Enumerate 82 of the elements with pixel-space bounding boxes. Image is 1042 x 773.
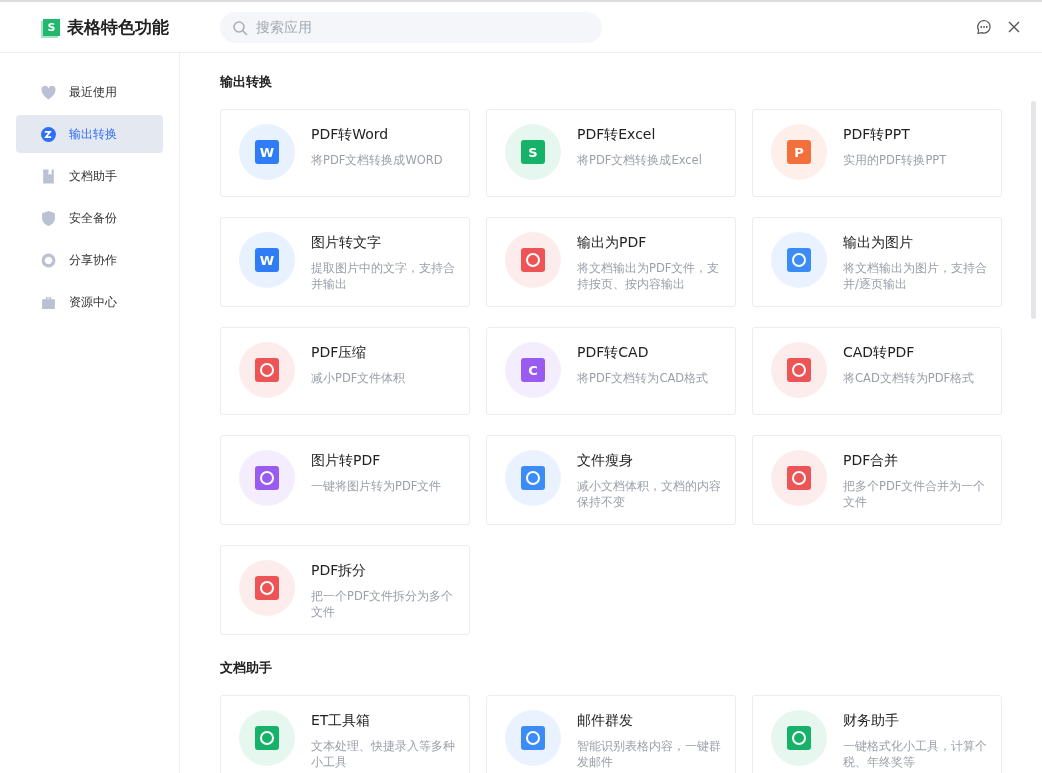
card-description: 一键格式化小工具，计算个税、年终奖等 bbox=[843, 738, 988, 770]
card-title: PDF压缩 bbox=[311, 344, 368, 362]
book-icon bbox=[40, 167, 57, 185]
app-icon bbox=[771, 342, 827, 398]
card-title: 邮件群发 bbox=[577, 712, 634, 730]
app-icon bbox=[239, 710, 295, 766]
card-title: PDF转CAD bbox=[577, 344, 650, 362]
feature-card[interactable]: 输出为图片 将文档输出为图片，支持合并/逐页输出 bbox=[752, 217, 1002, 307]
card-description: 将文档输出为图片，支持合并/逐页输出 bbox=[843, 260, 988, 292]
app-icon bbox=[505, 710, 561, 766]
app-logo-icon: S bbox=[43, 18, 60, 36]
feature-card[interactable]: 财务助手 一键格式化小工具，计算个税、年终奖等 bbox=[752, 695, 1002, 773]
card-description: 减小PDF文件体积 bbox=[311, 370, 406, 386]
card-description: 将PDF文档转为CAD格式 bbox=[577, 370, 709, 386]
card-title: 输出为图片 bbox=[843, 234, 914, 252]
card-title: CAD转PDF bbox=[843, 344, 916, 362]
card-description: 一键将图片转为PDF文件 bbox=[311, 478, 442, 494]
cycle-icon bbox=[40, 251, 57, 269]
card-title: PDF拆分 bbox=[311, 562, 368, 580]
app-icon bbox=[771, 450, 827, 506]
app-icon: W bbox=[239, 232, 295, 288]
card-title: 财务助手 bbox=[843, 712, 900, 730]
feature-card[interactable]: 输出为PDF 将文档输出为PDF文件，支持按页、按内容输出 bbox=[486, 217, 736, 307]
feature-card[interactable]: P PDF转PPT 实用的PDF转换PPT bbox=[752, 109, 1002, 197]
app-icon bbox=[239, 450, 295, 506]
card-title: 输出为PDF bbox=[577, 234, 648, 252]
feature-card[interactable]: W PDF转Word 将PDF文档转换成WORD bbox=[220, 109, 470, 197]
heart-icon bbox=[40, 83, 57, 101]
app-icon: W bbox=[239, 124, 295, 180]
section-heading: 文档助手 bbox=[220, 659, 273, 677]
card-title: PDF转PPT bbox=[843, 126, 911, 144]
card-title: PDF转Excel bbox=[577, 126, 657, 144]
feature-card[interactable]: 图片转PDF 一键将图片转为PDF文件 bbox=[220, 435, 470, 525]
app-icon: S bbox=[505, 124, 561, 180]
card-title: 图片转文字 bbox=[311, 234, 382, 252]
sidebar-item[interactable]: 最近使用 bbox=[16, 73, 163, 111]
app-icon bbox=[771, 232, 827, 288]
card-description: 减小文档体积，文档的内容保持不变 bbox=[577, 478, 722, 510]
feature-card[interactable]: ET工具箱 文本处理、快捷录入等多种小工具 bbox=[220, 695, 470, 773]
app-icon: P bbox=[771, 124, 827, 180]
sidebar-item[interactable]: 分享协作 bbox=[16, 241, 163, 279]
app-icon: C bbox=[505, 342, 561, 398]
section-heading: 输出转换 bbox=[220, 73, 273, 91]
window-title: 表格特色功能 bbox=[67, 15, 169, 39]
app-icon bbox=[505, 450, 561, 506]
card-title: PDF转Word bbox=[311, 126, 390, 144]
feature-card[interactable]: W 图片转文字 提取图片中的文字，支持合并输出 bbox=[220, 217, 470, 307]
scrollbar[interactable] bbox=[1031, 101, 1036, 319]
card-title: ET工具箱 bbox=[311, 712, 372, 730]
shield-icon bbox=[40, 209, 57, 227]
card-description: 把多个PDF文件合并为一个文件 bbox=[843, 478, 987, 510]
feature-card[interactable]: CAD转PDF 将CAD文档转为PDF格式 bbox=[752, 327, 1002, 415]
sidebar-item[interactable]: 文档助手 bbox=[16, 157, 163, 195]
card-description: 将CAD文档转为PDF格式 bbox=[843, 370, 975, 386]
app-icon bbox=[505, 232, 561, 288]
sidebar-item[interactable]: 输出转换 bbox=[16, 115, 163, 153]
card-description: 把一个PDF文件拆分为多个文件 bbox=[311, 588, 455, 620]
chat-icon[interactable] bbox=[976, 19, 992, 35]
card-description: 智能识别表格内容，一键群发邮件 bbox=[577, 738, 722, 770]
card-description: 提取图片中的文字，支持合并输出 bbox=[311, 260, 456, 292]
app-icon bbox=[771, 710, 827, 766]
feature-card[interactable]: PDF拆分 把一个PDF文件拆分为多个文件 bbox=[220, 545, 470, 635]
card-title: 文件瘦身 bbox=[577, 452, 634, 470]
feature-card[interactable]: C PDF转CAD 将PDF文档转为CAD格式 bbox=[486, 327, 736, 415]
card-title: 图片转PDF bbox=[311, 452, 382, 470]
feature-card[interactable]: 文件瘦身 减小文档体积，文档的内容保持不变 bbox=[486, 435, 736, 525]
card-description: 将文档输出为PDF文件，支持按页、按内容输出 bbox=[577, 260, 721, 292]
card-description: 将PDF文档转换成Excel bbox=[577, 152, 702, 168]
sidebar-item[interactable]: 安全备份 bbox=[16, 199, 163, 237]
app-icon bbox=[239, 560, 295, 616]
card-description: 文本处理、快捷录入等多种小工具 bbox=[311, 738, 456, 770]
sidebar-item[interactable]: 资源中心 bbox=[16, 283, 163, 321]
card-description: 将PDF文档转换成WORD bbox=[311, 152, 443, 168]
feature-card[interactable]: PDF合并 把多个PDF文件合并为一个文件 bbox=[752, 435, 1002, 525]
feature-card[interactable]: 邮件群发 智能识别表格内容，一键群发邮件 bbox=[486, 695, 736, 773]
card-description: 实用的PDF转换PPT bbox=[843, 152, 947, 168]
app-icon bbox=[239, 342, 295, 398]
search-field[interactable]: 搜索应用 bbox=[220, 11, 602, 43]
close-icon[interactable] bbox=[1006, 19, 1022, 35]
feature-card[interactable]: S PDF转Excel 将PDF文档转换成Excel bbox=[486, 109, 736, 197]
feature-card[interactable]: PDF压缩 减小PDF文件体积 bbox=[220, 327, 470, 415]
card-title: PDF合并 bbox=[843, 452, 900, 470]
